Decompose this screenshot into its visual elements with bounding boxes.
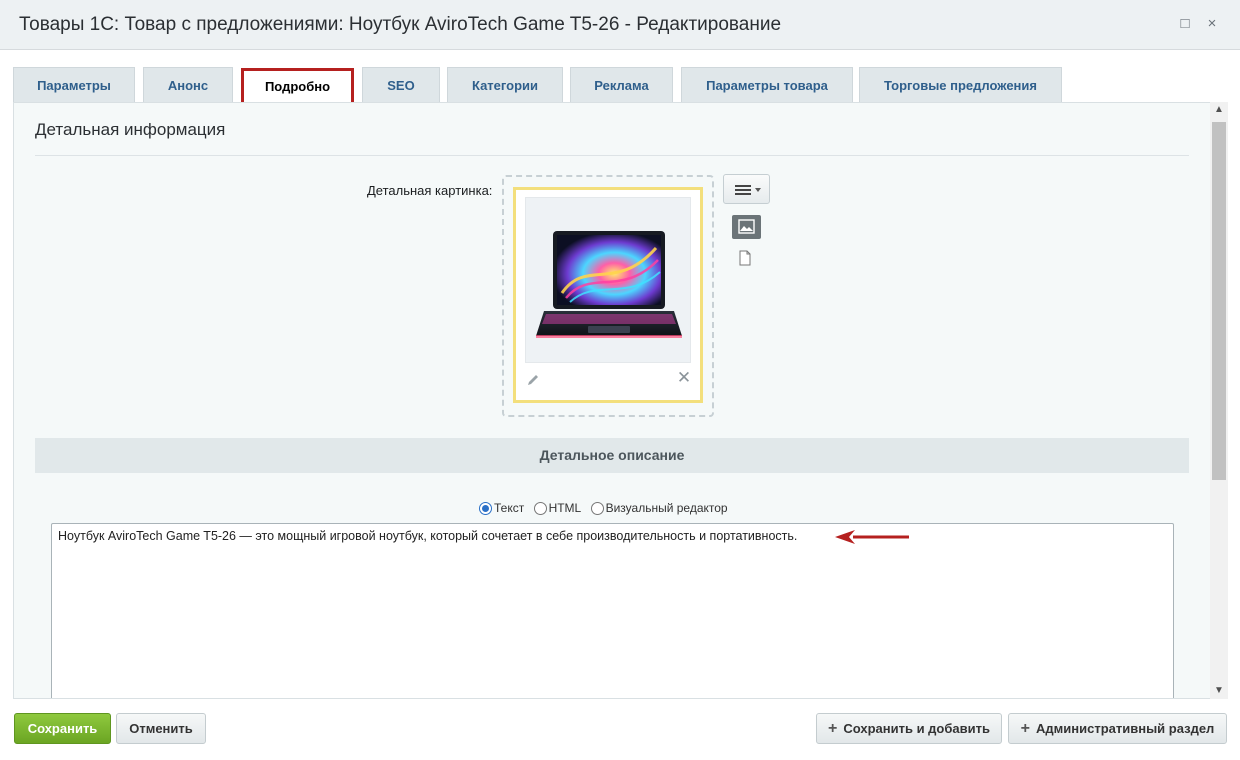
scroll-down-icon[interactable]: ▼: [1210, 683, 1228, 699]
description-textarea[interactable]: Ноутбук AviroTech Game T5-26 — это мощны…: [51, 523, 1174, 698]
laptop-image: [525, 197, 691, 363]
content-panel: Детальная информация Детальная картинка:: [13, 102, 1228, 699]
scroll-up-icon[interactable]: ▲: [1210, 102, 1228, 118]
footer-bar: Сохранить Отменить + Сохранить и добавить…: [0, 700, 1240, 760]
section-title: Детальная информация: [35, 120, 226, 139]
mode-visual-radio[interactable]: Визуальный редактор: [590, 501, 728, 515]
radio-button[interactable]: [533, 501, 547, 515]
picture-label: Детальная картинка:: [367, 183, 493, 198]
maximize-icon[interactable]: □: [1176, 15, 1194, 33]
radio-button[interactable]: [479, 501, 492, 515]
mode-text-radio[interactable]: Текст: [479, 501, 524, 515]
save-button[interactable]: Сохранить: [14, 713, 111, 744]
save-and-add-label: Сохранить и добавить: [843, 721, 990, 736]
mode-visual-label: Визуальный редактор: [605, 501, 728, 515]
mode-html-label: HTML: [548, 501, 582, 515]
tab-seo[interactable]: SEO: [362, 67, 440, 103]
window-title: Товары 1С: Товар с предложениями: Ноутбу…: [19, 14, 782, 35]
red-arrow-annotation: [835, 530, 909, 544]
plus-icon: +: [1020, 720, 1031, 737]
mode-html-radio[interactable]: HTML: [533, 501, 582, 515]
cancel-button[interactable]: Отменить: [116, 713, 206, 744]
scroll-thumb[interactable]: [1212, 122, 1226, 480]
tab-announce[interactable]: Анонс: [143, 67, 233, 103]
tab-product-parameters[interactable]: Параметры товара: [681, 67, 853, 103]
tab-parameters[interactable]: Параметры: [13, 67, 135, 103]
content-scrollbar[interactable]: ▲ ▼: [1210, 102, 1228, 699]
description-text: Ноутбук AviroTech Game T5-26 — это мощны…: [58, 529, 798, 543]
admin-section-button[interactable]: + Административный раздел: [1008, 713, 1227, 744]
menu-icon: [735, 185, 761, 195]
admin-section-label: Административный раздел: [1036, 721, 1215, 736]
image-icon[interactable]: [732, 215, 761, 239]
tab-advertising[interactable]: Реклама: [570, 67, 673, 103]
picture-menu-button[interactable]: [723, 174, 770, 204]
plus-icon: +: [828, 720, 838, 737]
file-icon[interactable]: [738, 250, 752, 266]
pencil-icon[interactable]: [526, 373, 540, 387]
picture-preview[interactable]: ✕: [513, 187, 703, 403]
radio-button[interactable]: [590, 501, 604, 515]
save-and-add-button[interactable]: + Сохранить и добавить: [816, 713, 1002, 744]
tab-trade-offers[interactable]: Торговые предложения: [859, 67, 1062, 103]
divider: [35, 155, 1189, 156]
window-titlebar: Товары 1С: Товар с предложениями: Ноутбу…: [0, 0, 1240, 50]
description-band: Детальное описание: [35, 438, 1189, 473]
close-icon[interactable]: ×: [1203, 15, 1221, 33]
close-icon[interactable]: ✕: [676, 369, 692, 386]
tab-details[interactable]: Подробно: [241, 68, 354, 106]
editor-mode-selector: Текст HTML Визуальный редактор: [479, 501, 734, 518]
mode-text-label: Текст: [494, 501, 525, 515]
tab-categories[interactable]: Категории: [447, 67, 563, 103]
